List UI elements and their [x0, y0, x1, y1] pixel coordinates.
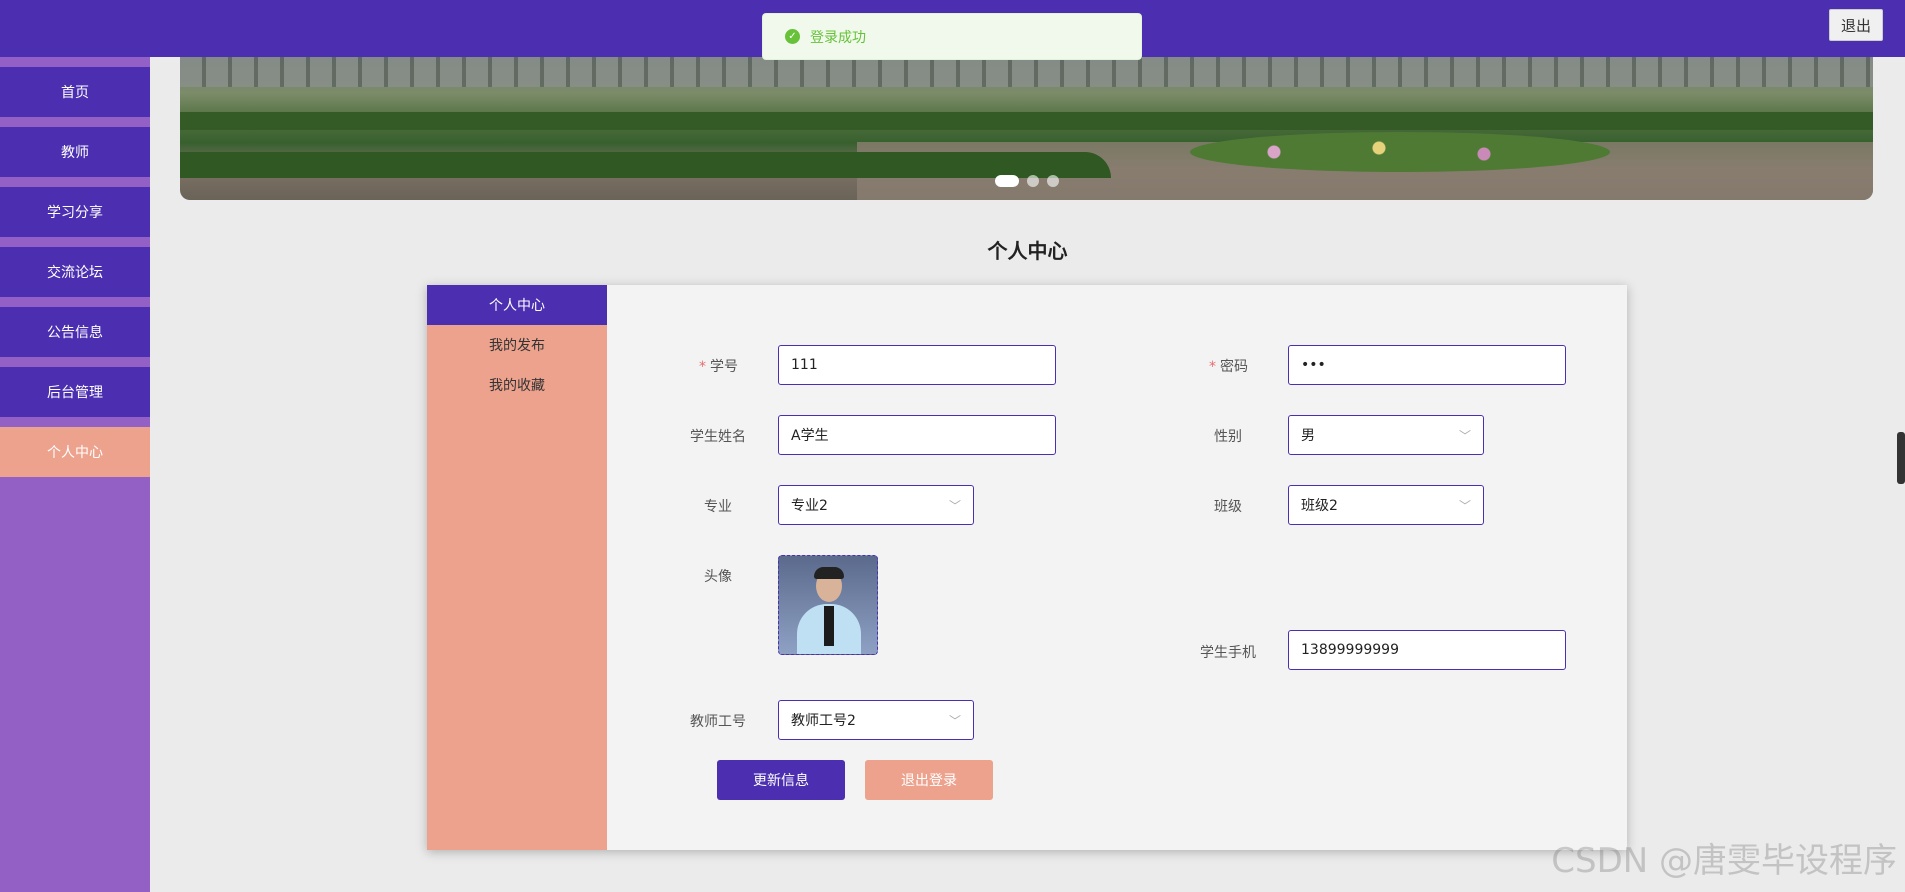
major-label: 专业	[704, 499, 732, 515]
logout-button[interactable]: 退出登录	[865, 760, 993, 800]
scrollbar-thumb[interactable]	[1897, 432, 1905, 484]
student-name-input[interactable]: A学生	[778, 415, 1056, 455]
sidebar-item-teacher[interactable]: 教师	[0, 127, 150, 177]
profile-menu: 个人中心 我的发布 我的收藏	[427, 285, 607, 850]
banner-hedge-front	[180, 152, 1112, 178]
required-mark: *	[699, 359, 706, 375]
banner-hedge	[180, 112, 1873, 130]
teacher-id-select[interactable]: 教师工号2 ﹀	[778, 700, 974, 740]
major-select[interactable]: 专业2 ﹀	[778, 485, 974, 525]
major-value: 专业2	[791, 498, 828, 514]
update-info-button[interactable]: 更新信息	[717, 760, 845, 800]
carousel-dot-1[interactable]	[995, 175, 1019, 187]
toast-message: 登录成功	[810, 29, 866, 46]
class-value: 班级2	[1301, 498, 1338, 514]
teacher-id-value: 教师工号2	[791, 713, 856, 729]
sidebar-item-notice[interactable]: 公告信息	[0, 307, 150, 357]
required-mark: *	[1209, 359, 1216, 375]
class-select[interactable]: 班级2 ﹀	[1288, 485, 1484, 525]
password-label: * 密码	[1209, 359, 1248, 375]
phone-input[interactable]: 13899999999	[1288, 630, 1566, 670]
student-id-label: * 学号	[699, 359, 738, 375]
check-circle-icon: ✓	[785, 29, 800, 44]
password-input[interactable]: •••	[1288, 345, 1566, 385]
avatar-upload[interactable]	[778, 555, 878, 655]
gender-select[interactable]: 男 ﹀	[1288, 415, 1484, 455]
sidebar-item-study-share[interactable]: 学习分享	[0, 187, 150, 237]
class-label: 班级	[1214, 499, 1242, 515]
sidebar: 首页 教师 学习分享 交流论坛 公告信息 后台管理 个人中心	[0, 57, 150, 892]
page-title: 个人中心	[987, 239, 1068, 263]
phone-label: 学生手机	[1200, 645, 1256, 661]
chevron-down-icon: ﹀	[948, 713, 961, 728]
chevron-down-icon: ﹀	[948, 498, 961, 513]
profile-menu-item-favorites[interactable]: 我的收藏	[427, 365, 607, 405]
carousel-dot-2[interactable]	[1027, 175, 1039, 187]
sidebar-item-admin[interactable]: 后台管理	[0, 367, 150, 417]
avatar-label: 头像	[704, 569, 732, 585]
banner-image	[180, 57, 1873, 87]
teacher-id-label: 教师工号	[690, 714, 746, 730]
chevron-down-icon: ﹀	[1458, 428, 1471, 443]
success-toast: ✓ 登录成功	[762, 13, 1142, 60]
profile-menu-item-center[interactable]: 个人中心	[427, 285, 607, 325]
sidebar-item-home[interactable]: 首页	[0, 67, 150, 117]
gender-value: 男	[1301, 428, 1315, 444]
banner-carousel	[180, 57, 1873, 200]
profile-menu-item-posts[interactable]: 我的发布	[427, 325, 607, 365]
student-id-input[interactable]: 111	[778, 345, 1056, 385]
watermark: CSDN @唐雯毕设程序	[1551, 841, 1897, 881]
avatar-hair	[814, 567, 844, 579]
gender-label: 性别	[1214, 429, 1242, 445]
carousel-indicators	[995, 175, 1059, 187]
student-name-label: 学生姓名	[690, 429, 746, 445]
chevron-down-icon: ﹀	[1458, 498, 1471, 513]
avatar-tie	[824, 606, 834, 646]
banner-flowerbed	[1190, 132, 1610, 172]
sidebar-item-profile[interactable]: 个人中心	[0, 427, 150, 477]
header-logout-button[interactable]: 退出	[1829, 9, 1883, 41]
carousel-dot-3[interactable]	[1047, 175, 1059, 187]
